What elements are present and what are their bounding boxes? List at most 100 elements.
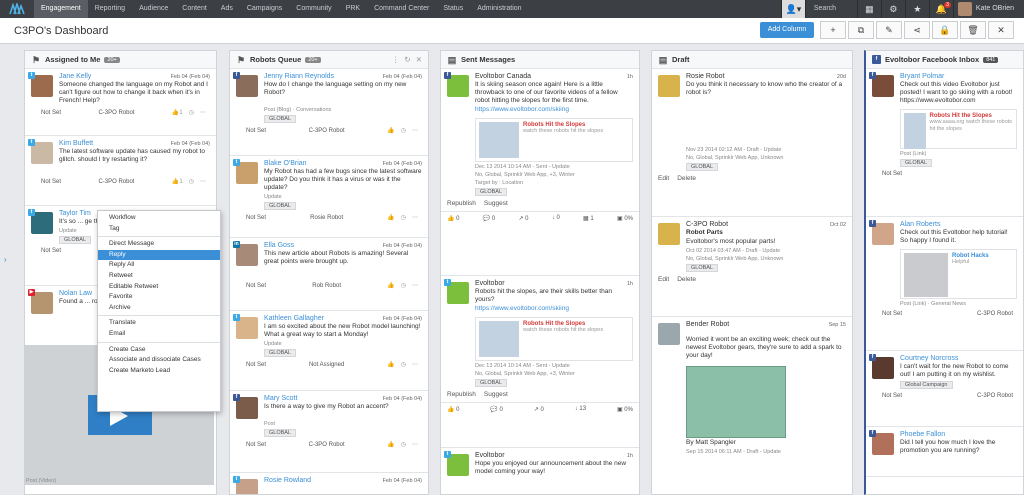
edit-link[interactable]: Edit: [658, 175, 669, 182]
assignee-label[interactable]: C-3PO Robot: [309, 442, 345, 448]
menu-item-associate-cases[interactable]: Associate and dissociate Cases: [98, 355, 220, 366]
message-card[interactable]: in Ella Goss Feb 04 (Feb 04) This new ar…: [230, 238, 428, 311]
menu-item-tag[interactable]: Tag: [98, 224, 220, 235]
assignee-label[interactable]: C-3PO Robot: [977, 393, 1013, 399]
status-label[interactable]: Not Set: [882, 171, 902, 177]
menu-item-email[interactable]: Email: [98, 329, 220, 340]
author-name[interactable]: Bender Robot: [686, 321, 846, 328]
duplicate-icon[interactable]: ⧉: [848, 21, 874, 39]
clock-icon[interactable]: ◷: [401, 361, 406, 368]
author-name[interactable]: Evoltobor Canada: [475, 73, 633, 80]
assignee-label[interactable]: Rob Robot: [312, 283, 341, 289]
suggest-link[interactable]: Suggest: [484, 200, 508, 207]
message-card[interactable]: Rosie Robot 20d Do you think it necessar…: [652, 69, 852, 217]
author-name[interactable]: Bryant Polmar: [900, 73, 1017, 80]
nav-tab-engagement[interactable]: Engagement: [34, 0, 88, 18]
author-name[interactable]: Evoltobor: [475, 452, 633, 459]
link-preview[interactable]: Robot Hacks Helpful: [900, 249, 1017, 299]
clock-icon[interactable]: ◷: [401, 441, 406, 448]
expand-left-icon[interactable]: ›: [4, 255, 12, 267]
message-card[interactable]: f Phoebe Fallon Did I tell you how much …: [866, 427, 1023, 477]
settings-icon[interactable]: ⚙: [880, 0, 905, 18]
message-card[interactable]: C-3PO Robot Oct 02 Robot Parts Evoltobor…: [652, 217, 852, 317]
suggest-link[interactable]: Suggest: [484, 391, 508, 398]
delete-link[interactable]: Delete: [677, 276, 696, 283]
status-label[interactable]: Not Set: [41, 110, 61, 116]
like-icon[interactable]: 👍: [387, 361, 394, 368]
nav-tab-prk[interactable]: PRK: [339, 0, 367, 18]
nav-tab-ads[interactable]: Ads: [214, 0, 240, 18]
add-icon[interactable]: +: [820, 21, 846, 39]
status-label[interactable]: Not Set: [882, 311, 902, 317]
menu-item-editable-retweet[interactable]: Editable Retweet: [98, 282, 220, 293]
republish-link[interactable]: Republish: [447, 200, 476, 207]
like-icon[interactable]: 👍1: [172, 178, 183, 185]
assignee-label[interactable]: C-3PO Robot: [977, 311, 1013, 317]
tag-badge[interactable]: GLOBAL: [900, 159, 933, 167]
nav-tab-community[interactable]: Community: [289, 0, 338, 18]
menu-item-favorite[interactable]: Favorite: [98, 292, 220, 303]
close-icon[interactable]: ✕: [416, 55, 422, 64]
author-name[interactable]: Courtney Norcross: [900, 355, 1017, 362]
more-icon[interactable]: ⋯: [412, 282, 418, 289]
message-card[interactable]: t Evoltobor 1h Robots hit the slopes, ar…: [441, 276, 639, 448]
message-card[interactable]: f Bryant Polmar Check out this video Evo…: [866, 69, 1023, 217]
user-dropdown-icon[interactable]: 👤▾: [780, 0, 805, 18]
nav-tab-content[interactable]: Content: [175, 0, 214, 18]
message-card[interactable]: f Alan Roberts Check out this Evoltobor …: [866, 217, 1023, 351]
message-card[interactable]: t Evoltobor 1h Hope you enjoyed our anno…: [441, 448, 639, 494]
assignee-label[interactable]: Not Assigned: [309, 362, 344, 368]
republish-link[interactable]: Republish: [447, 391, 476, 398]
author-name[interactable]: Phoebe Fallon: [900, 431, 1017, 438]
menu-item-reply-all[interactable]: Reply All: [98, 260, 220, 271]
clock-icon[interactable]: ◷: [189, 178, 194, 185]
assignee-label[interactable]: C-3PO Robot: [98, 179, 134, 185]
edit-link[interactable]: Edit: [658, 276, 669, 283]
nav-tab-administration[interactable]: Administration: [470, 0, 528, 18]
tag-badge[interactable]: GLOBAL: [264, 115, 297, 123]
message-card[interactable]: f Jenny Riann Reynolds Feb 04 (Feb 04) H…: [230, 69, 428, 156]
assignee-label[interactable]: Rosie Robot: [310, 215, 343, 221]
clock-icon[interactable]: ◷: [401, 214, 406, 221]
notifications-icon[interactable]: 🔔 3: [928, 0, 953, 18]
more-icon[interactable]: ⋯: [412, 361, 418, 368]
author-name[interactable]: Evoltobor: [475, 280, 633, 287]
delete-icon[interactable]: 🗑: [960, 21, 986, 39]
message-card[interactable]: t Blake O'Brian Feb 04 (Feb 04) My Robot…: [230, 156, 428, 238]
lock-icon[interactable]: 🔒: [932, 21, 958, 39]
menu-item-archive[interactable]: Archive: [98, 303, 220, 314]
like-icon[interactable]: 👍: [387, 214, 394, 221]
menu-item-workflow[interactable]: Workflow: [98, 213, 220, 224]
menu-item-retweet[interactable]: Retweet: [98, 271, 220, 282]
star-icon[interactable]: ★: [904, 0, 929, 18]
status-label[interactable]: Not Set: [41, 179, 61, 185]
nav-tab-reporting[interactable]: Reporting: [88, 0, 132, 18]
status-label[interactable]: Not Set: [246, 442, 266, 448]
post-image[interactable]: [686, 366, 786, 438]
close-icon[interactable]: ✕: [988, 21, 1014, 39]
clock-icon[interactable]: ◷: [401, 127, 406, 134]
tag-badge[interactable]: GLOBAL: [475, 188, 508, 196]
share-icon[interactable]: ⋖: [904, 21, 930, 39]
assignee-label[interactable]: C-3PO Robot: [98, 110, 134, 116]
message-link[interactable]: https://www.evoltobor.com/skiing: [475, 305, 633, 313]
menu-item-create-marketo-lead[interactable]: Create Marketo Lead: [98, 366, 220, 377]
like-icon[interactable]: 👍: [387, 441, 394, 448]
status-label[interactable]: Not Set: [246, 128, 266, 134]
search-field[interactable]: Search: [804, 0, 857, 18]
status-label[interactable]: Not Set: [246, 362, 266, 368]
edit-icon[interactable]: ✎: [876, 21, 902, 39]
message-card[interactable]: Bender Robot Sep 15 Worried it wont be a…: [652, 317, 852, 494]
nav-tab-status[interactable]: Status: [436, 0, 470, 18]
grid-icon[interactable]: ▦: [856, 0, 881, 18]
clock-icon[interactable]: ◷: [401, 282, 406, 289]
status-label[interactable]: Not Set: [246, 215, 266, 221]
status-label[interactable]: Not Set: [882, 393, 902, 399]
message-card[interactable]: t Jane Kelly Feb 04 (Feb 04) Someone cha…: [25, 69, 216, 136]
tag-badge[interactable]: GLOBAL: [264, 349, 297, 357]
menu-item-translate[interactable]: Translate: [98, 318, 220, 329]
more-icon[interactable]: ⋯: [412, 214, 418, 221]
tag-badge[interactable]: GLOBAL: [264, 202, 297, 210]
menu-item-reply[interactable]: Reply: [98, 249, 220, 261]
author-name[interactable]: Alan Roberts: [900, 221, 1017, 228]
